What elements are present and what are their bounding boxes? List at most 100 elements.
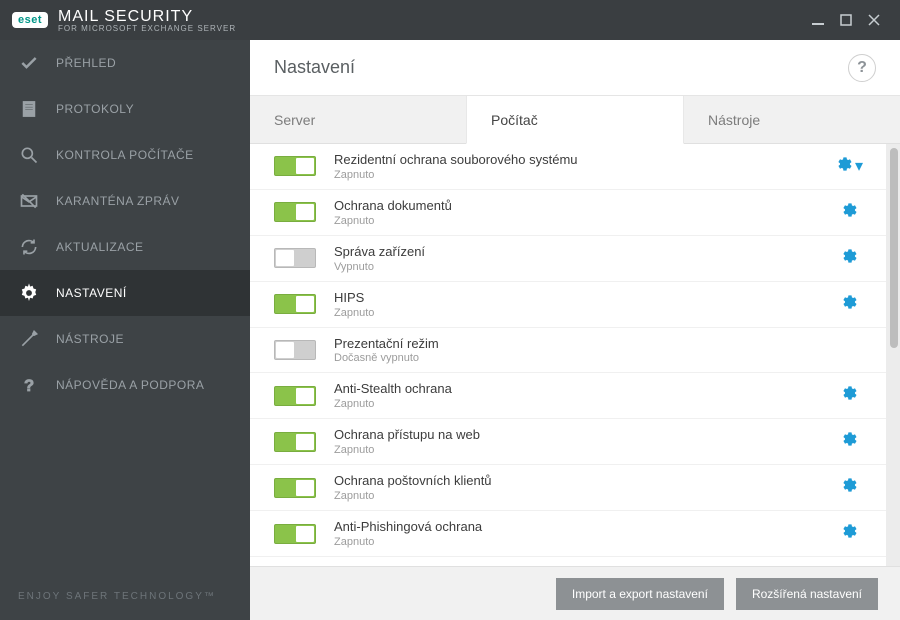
close-icon (868, 14, 880, 26)
row-settings-button[interactable] (838, 385, 862, 406)
tab-nastroje[interactable]: Nástroje (684, 96, 900, 144)
row-title: Ochrana dokumentů (334, 198, 838, 215)
toggle-switch[interactable] (274, 432, 316, 452)
app-window: eset MAIL SECURITY FOR MICROSOFT EXCHANG… (0, 0, 900, 620)
row-status: Zapnuto (334, 169, 838, 181)
toggle-switch[interactable] (274, 156, 316, 176)
settings-row: Rezidentní ochrana souborového systémuZa… (250, 144, 886, 190)
toggle-switch[interactable] (274, 478, 316, 498)
sidebar-item-kontrola[interactable]: KONTROLA POČÍTAČE (0, 132, 250, 178)
row-text: Anti-Stealth ochranaZapnuto (334, 381, 838, 410)
gear-icon (837, 156, 853, 177)
row-title: Rezidentní ochrana souborového systému (334, 152, 838, 169)
sidebar-item-label: NÁSTROJE (56, 332, 124, 346)
sidebar-item-label: KONTROLA POČÍTAČE (56, 148, 194, 162)
row-settings-button[interactable] (838, 294, 862, 315)
main: Nastavení ? Server Počítač Nástroje Rezi… (250, 40, 900, 620)
toggle-switch[interactable] (274, 340, 316, 360)
row-title: Prezentační režim (334, 336, 862, 353)
row-title: Anti-Phishingová ochrana (334, 519, 838, 536)
help-icon: ? (18, 374, 40, 396)
brand-title: MAIL SECURITY (58, 8, 193, 25)
row-settings-button[interactable]: ▾ (838, 156, 862, 177)
sidebar-item-protokoly[interactable]: PROTOKOLY (0, 86, 250, 132)
search-icon (18, 144, 40, 166)
row-settings-button[interactable] (838, 523, 862, 544)
row-text: Ochrana poštovních klientůZapnuto (334, 473, 838, 502)
toggle-switch[interactable] (274, 524, 316, 544)
sidebar-item-prehled[interactable]: PŘEHLED (0, 40, 250, 86)
row-status: Zapnuto (334, 490, 838, 502)
row-title: Ochrana poštovních klientů (334, 473, 838, 490)
toggle-switch[interactable] (274, 386, 316, 406)
row-text: HIPSZapnuto (334, 290, 838, 319)
footer: Import a export nastavení Rozšířená nast… (250, 566, 900, 620)
settings-row: Ochrana přístupu na webZapnuto (250, 419, 886, 465)
row-title: Správa zařízení (334, 244, 838, 261)
row-status: Zapnuto (334, 307, 838, 319)
toggle-switch[interactable] (274, 202, 316, 222)
tab-label: Server (274, 112, 315, 128)
sidebar-item-aktualizace[interactable]: AKTUALIZACE (0, 224, 250, 270)
row-status: Zapnuto (334, 536, 838, 548)
content-wrap: Rezidentní ochrana souborového systémuZa… (250, 144, 900, 566)
row-text: Správa zařízeníVypnuto (334, 244, 838, 273)
sidebar-item-karantena[interactable]: KARANTÉNA ZPRÁV (0, 178, 250, 224)
sidebar: PŘEHLED PROTOKOLY KONTROLA POČÍTAČE KARA… (0, 40, 250, 620)
sidebar-item-nastroje[interactable]: NÁSTROJE (0, 316, 250, 362)
tagline: ENJOY SAFER TECHNOLOGY™ (0, 573, 250, 620)
settings-row: HIPSZapnuto (250, 282, 886, 328)
row-title: Ochrana přístupu na web (334, 427, 838, 444)
maximize-button[interactable] (832, 6, 860, 34)
row-status: Zapnuto (334, 444, 838, 456)
sidebar-item-nastaveni[interactable]: NASTAVENÍ (0, 270, 250, 316)
scrollbar[interactable] (886, 144, 900, 566)
toggle-switch[interactable] (274, 294, 316, 314)
minimize-icon (812, 14, 824, 26)
row-settings-button[interactable] (838, 248, 862, 269)
settings-row: Anti-Stealth ochranaZapnuto (250, 373, 886, 419)
tabs: Server Počítač Nástroje (250, 96, 900, 144)
import-export-button[interactable]: Import a export nastavení (556, 578, 724, 610)
sidebar-item-label: NASTAVENÍ (56, 286, 127, 300)
row-text: Rezidentní ochrana souborového systémuZa… (334, 152, 838, 181)
brand-badge: eset (12, 12, 48, 28)
row-status: Zapnuto (334, 398, 838, 410)
page-title: Nastavení (274, 57, 848, 78)
help-button[interactable]: ? (848, 54, 876, 82)
settings-row: Ochrana poštovních klientůZapnuto (250, 465, 886, 511)
row-text: Ochrana dokumentůZapnuto (334, 198, 838, 227)
tab-server[interactable]: Server (250, 96, 466, 144)
settings-row: Ochrana dokumentůZapnuto (250, 190, 886, 236)
gear-icon (842, 294, 858, 315)
button-label: Rozšířená nastavení (752, 587, 862, 601)
advanced-settings-button[interactable]: Rozšířená nastavení (736, 578, 878, 610)
row-settings-button[interactable] (838, 202, 862, 223)
row-status: Dočasně vypnuto (334, 352, 862, 364)
scrollbar-thumb[interactable] (890, 148, 898, 348)
tools-icon (18, 328, 40, 350)
sidebar-item-label: NÁPOVĚDA A PODPORA (56, 378, 204, 392)
settings-list: Rezidentní ochrana souborového systémuZa… (250, 144, 886, 566)
refresh-icon (18, 236, 40, 258)
sidebar-item-label: AKTUALIZACE (56, 240, 144, 254)
question-icon: ? (857, 59, 867, 77)
toggle-switch[interactable] (274, 248, 316, 268)
tab-label: Počítač (491, 112, 538, 128)
row-text: Anti-Phishingová ochranaZapnuto (334, 519, 838, 548)
gear-icon (18, 282, 40, 304)
body: PŘEHLED PROTOKOLY KONTROLA POČÍTAČE KARA… (0, 40, 900, 620)
sidebar-item-napoveda[interactable]: ? NÁPOVĚDA A PODPORA (0, 362, 250, 408)
settings-row: Prezentační režimDočasně vypnuto (250, 328, 886, 374)
sidebar-item-label: KARANTÉNA ZPRÁV (56, 194, 180, 208)
row-settings-button[interactable] (838, 431, 862, 452)
minimize-button[interactable] (804, 6, 832, 34)
row-settings-button[interactable] (838, 477, 862, 498)
tab-pocitac[interactable]: Počítač (466, 96, 684, 144)
row-title: HIPS (334, 290, 838, 307)
close-button[interactable] (860, 6, 888, 34)
brand-subtitle: FOR MICROSOFT EXCHANGE SERVER (58, 24, 236, 33)
gear-icon (842, 477, 858, 498)
gear-icon (842, 523, 858, 544)
check-icon (18, 52, 40, 74)
